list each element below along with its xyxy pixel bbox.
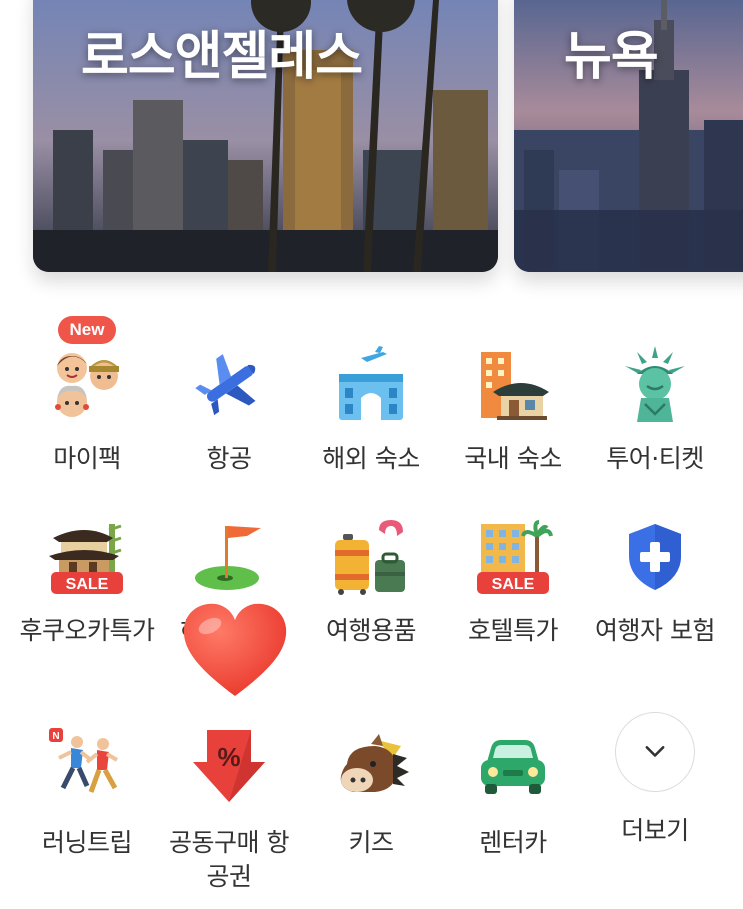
luggage-icon (331, 516, 411, 596)
svg-text:%: % (217, 742, 240, 772)
category-label: 투어·티켓 (606, 444, 704, 473)
percent-arrow-icon: % (189, 728, 269, 808)
category-label: 여행용품 (325, 616, 417, 645)
category-label: 공동구매 항공권 (169, 828, 289, 891)
category-label: 국내 숙소 (464, 444, 562, 473)
statue-of-liberty-icon (615, 344, 695, 424)
heart-icon (183, 603, 287, 696)
category-label: 여행자 보험 (595, 616, 715, 645)
category-label: 호텔특가 (467, 616, 559, 645)
sale-tag: SALE (66, 576, 109, 593)
destination-card-los-angeles[interactable]: 로스앤젤레스 (33, 0, 498, 272)
category-label: 키즈 (348, 828, 394, 857)
category-label: 마이팩 (53, 444, 121, 473)
category-label: 해외 숙소 (322, 444, 420, 473)
horse-icon (331, 728, 411, 808)
category-label: 러닝트립 (41, 828, 133, 857)
airplane-icon (189, 344, 269, 424)
hotel-sale-icon: SALE (473, 516, 553, 596)
destination-title: 로스앤젤레스 (81, 27, 363, 87)
more-button[interactable] (615, 712, 695, 792)
overseas-hotel-icon (331, 344, 411, 424)
svg-text:N: N (52, 731, 59, 742)
family-faces-icon (47, 344, 127, 424)
category-label: 항공 (206, 444, 252, 473)
category-label: 렌터카 (479, 828, 547, 857)
runners-icon: N (47, 728, 127, 808)
chevron-down-icon (645, 746, 665, 757)
destination-title: 뉴욕 (564, 27, 659, 87)
destination-card-new-york[interactable]: 뉴욕 (514, 0, 743, 272)
new-badge: New (58, 316, 116, 344)
japanese-inn-sale-icon: SALE (47, 516, 127, 596)
sale-tag: SALE (492, 576, 535, 593)
golf-flag-icon (189, 516, 269, 596)
shield-plus-icon (615, 516, 695, 596)
hanok-house-icon (473, 344, 553, 424)
category-label: 더보기 (621, 816, 689, 845)
destination-carousel: 로스앤젤레스 뉴욕 (0, 0, 743, 300)
category-label: 후쿠오카특가 (19, 616, 155, 645)
car-icon (473, 728, 553, 808)
